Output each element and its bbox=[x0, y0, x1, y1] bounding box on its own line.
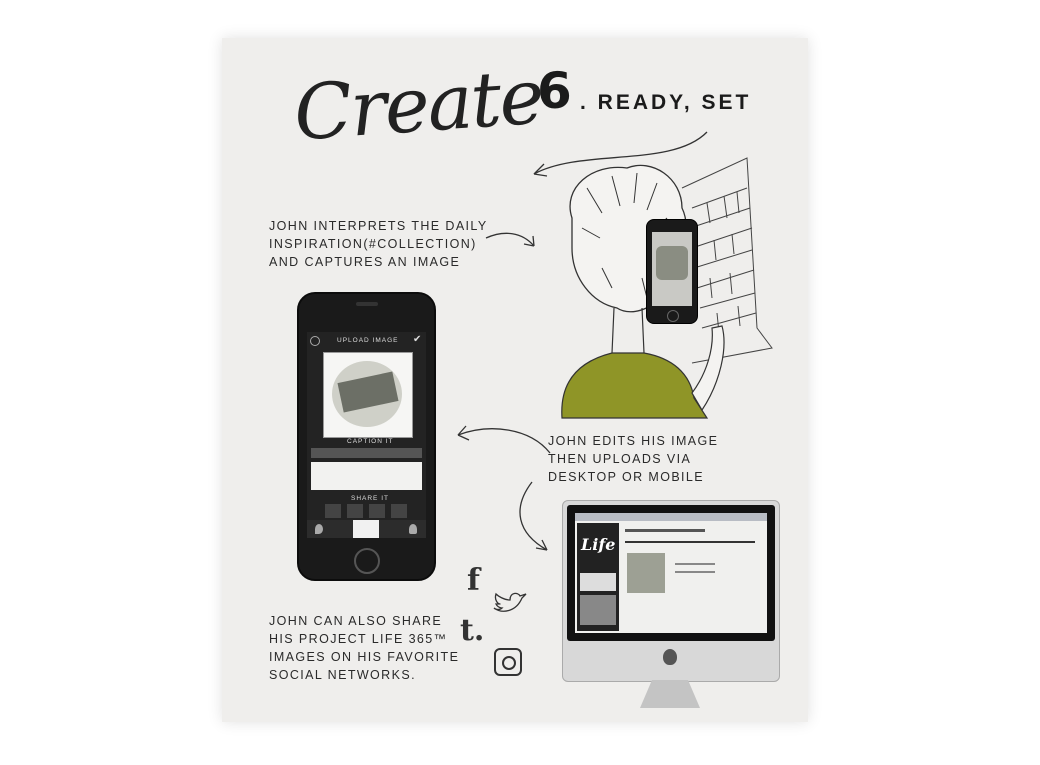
photo-frame bbox=[323, 352, 413, 438]
desktop-photo bbox=[627, 553, 665, 593]
twitter-icon bbox=[493, 592, 527, 612]
caption-input[interactable] bbox=[311, 448, 422, 458]
caption-edits: JOHN EDITS HIS IMAGE THEN UPLOADS VIA DE… bbox=[548, 434, 719, 484]
instagram-button[interactable] bbox=[325, 504, 341, 518]
apple-logo-icon bbox=[663, 649, 677, 665]
arrow-interprets bbox=[485, 232, 535, 247]
facebook-icon: f bbox=[467, 563, 480, 598]
tumblr-button[interactable] bbox=[391, 504, 407, 518]
check-icon[interactable]: ✔ bbox=[413, 334, 421, 345]
infographic-card: Create 6 . READY, SET JOHN INTERPRETS TH… bbox=[222, 38, 808, 722]
phone-tabbar bbox=[307, 520, 426, 538]
step-title: . READY, SET bbox=[580, 91, 752, 114]
arrow-to-phone bbox=[457, 425, 551, 454]
step-number: 6 bbox=[537, 62, 572, 120]
instagram-icon bbox=[494, 648, 522, 676]
facebook-button[interactable] bbox=[347, 504, 363, 518]
text-area[interactable] bbox=[311, 462, 422, 490]
site-sidebar: Life bbox=[577, 523, 619, 631]
caption-share: JOHN CAN ALSO SHARE HIS PROJECT LIFE 365… bbox=[269, 614, 460, 682]
create-title: Create bbox=[291, 51, 546, 158]
desktop-monitor: Life bbox=[562, 500, 780, 682]
upload-tab[interactable] bbox=[353, 520, 379, 538]
caption-interprets: JOHN INTERPRETS THE DAILY INSPIRATION(#C… bbox=[269, 219, 488, 269]
life-logo: Life bbox=[581, 535, 616, 554]
tumblr-icon: t. bbox=[460, 613, 485, 648]
arrow-to-desktop bbox=[519, 481, 548, 551]
desktop-screen: Life bbox=[575, 513, 767, 633]
share-label: SHARE IT bbox=[351, 495, 389, 502]
monitor-stand bbox=[640, 680, 700, 708]
twitter-button[interactable] bbox=[369, 504, 385, 518]
user-icon[interactable] bbox=[409, 524, 417, 534]
close-icon[interactable] bbox=[310, 336, 320, 346]
phone-header: UPLOAD IMAGE bbox=[337, 337, 399, 344]
home-button[interactable] bbox=[354, 548, 380, 574]
mobile-phone: UPLOAD IMAGE ✔ CAPTION IT SHARE IT bbox=[297, 292, 436, 581]
map-pin-icon[interactable] bbox=[315, 524, 323, 534]
phone-screen: UPLOAD IMAGE ✔ CAPTION IT SHARE IT bbox=[307, 332, 426, 538]
caption-label: CAPTION IT bbox=[347, 438, 394, 445]
held-phone bbox=[646, 219, 698, 324]
